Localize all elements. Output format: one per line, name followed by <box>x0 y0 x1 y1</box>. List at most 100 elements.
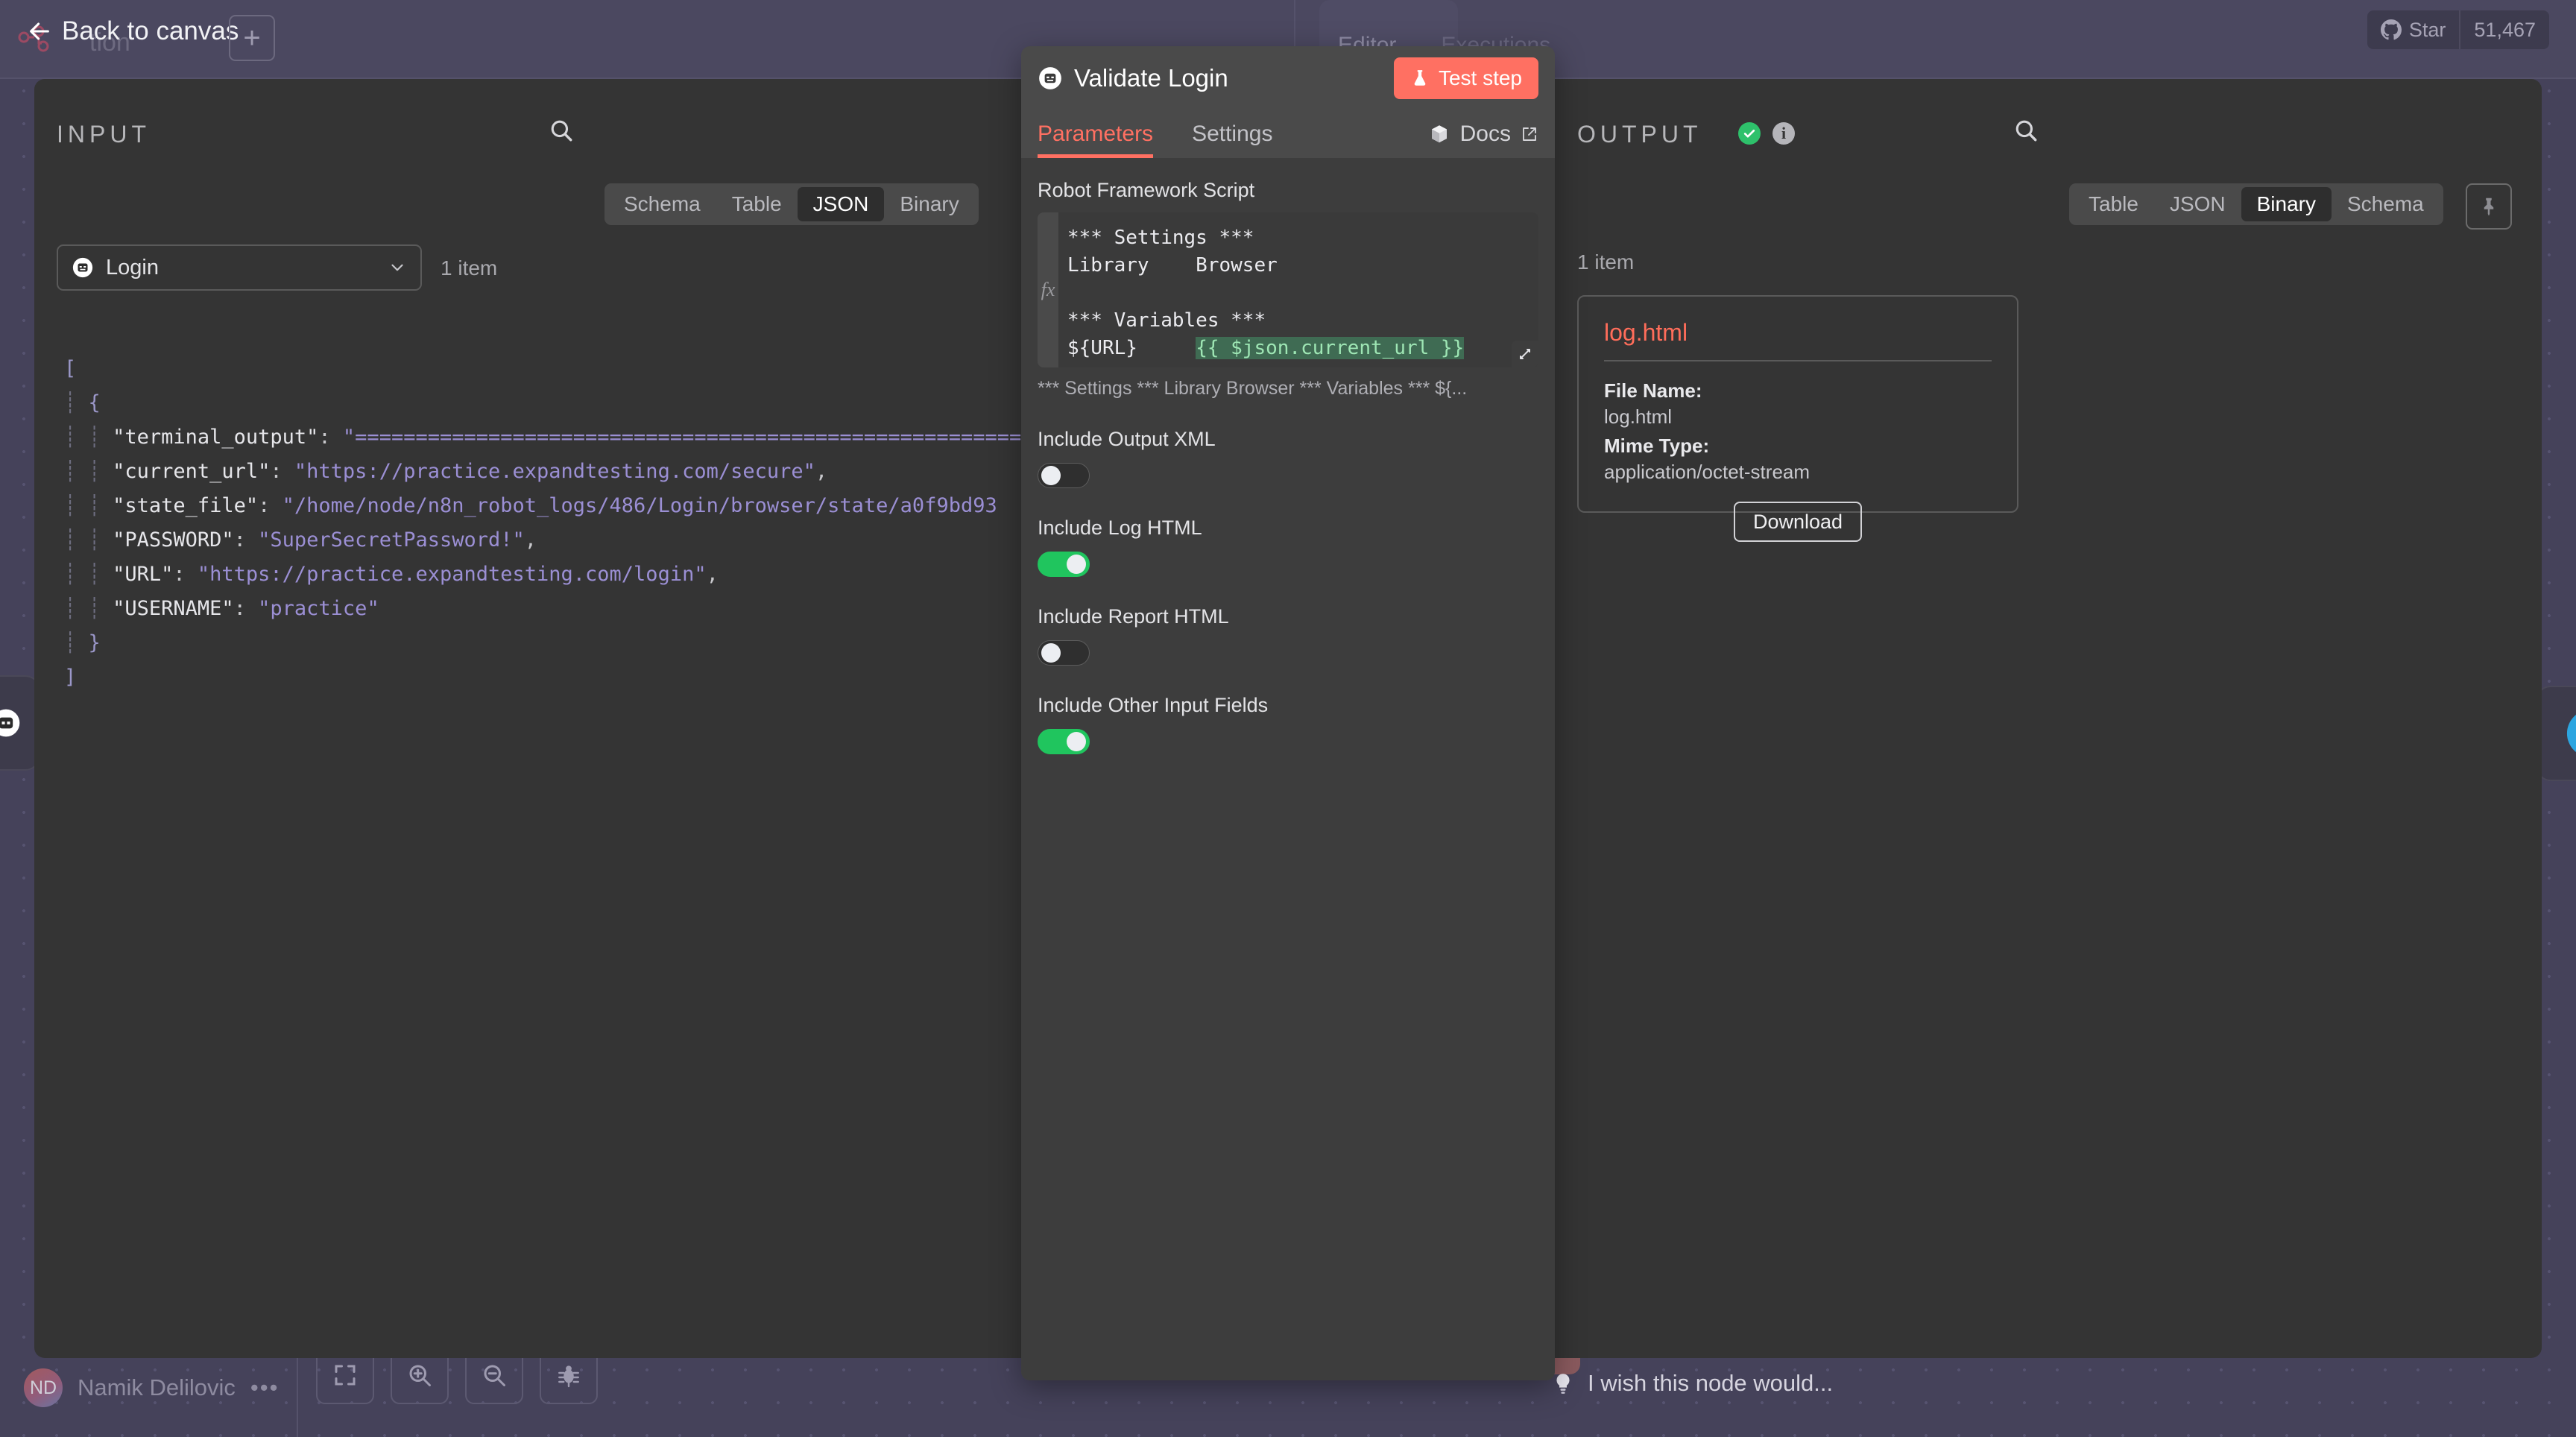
output-panel-title: OUTPUT <box>1577 121 1702 148</box>
robot-icon <box>0 709 20 737</box>
pin-icon <box>2484 198 2494 216</box>
add-node-button[interactable]: + <box>229 15 275 61</box>
binary-file-name-value: log.html <box>1604 405 1673 428</box>
user-name: Namik Delilovic <box>78 1374 236 1400</box>
script-line-4: *** Variables *** <box>1067 309 1266 332</box>
input-node-selector[interactable]: Login <box>57 244 422 291</box>
bottombar-divider <box>297 1352 298 1437</box>
docs-link[interactable]: Docs <box>1428 121 1538 147</box>
external-link-icon <box>1523 127 1536 141</box>
chevron-down-icon <box>391 264 403 271</box>
toggle-knob <box>1067 732 1086 751</box>
telegram-icon <box>2566 714 2576 753</box>
binary-file-name-label: File Name: <box>1604 379 1702 402</box>
param-include-output-xml: Include Output XML <box>1038 428 1538 488</box>
node-dialog-header: Validate Login Test step <box>1021 46 1555 110</box>
output-tab-json[interactable]: JSON <box>2154 187 2241 221</box>
tab-parameters[interactable]: Parameters <box>1038 110 1153 158</box>
script-resolved-preview: *** Settings *** Library Browser *** Var… <box>1038 378 1468 399</box>
zoom-in-icon <box>409 1365 431 1386</box>
input-search-button[interactable] <box>549 118 574 147</box>
toggle-include-output-xml[interactable] <box>1038 463 1090 488</box>
github-icon <box>2380 19 2402 40</box>
script-expression-resolved: {{ $json.current_url }} <box>1196 337 1465 359</box>
docs-label: Docs <box>1459 121 1511 146</box>
binary-file-title: log.html <box>1604 319 1688 346</box>
output-tab-schema[interactable]: Schema <box>2332 187 2440 221</box>
expand-editor-button[interactable] <box>1512 341 1538 367</box>
github-star-button[interactable]: Star <box>2367 10 2460 49</box>
node-dialog-tabs[interactable]: Parameters Settings Docs <box>1021 110 1555 158</box>
user-menu-button[interactable]: ••• <box>250 1374 280 1401</box>
node-dialog-body: Robot Framework Script fx *** Settings *… <box>1021 158 1555 1380</box>
param-include-log-html: Include Log HTML <box>1038 517 1538 577</box>
search-icon <box>551 120 572 142</box>
node-settings-dialog: Validate Login Test step Parameters Sett… <box>1021 46 1555 1380</box>
test-step-button[interactable]: Test step <box>1393 57 1538 99</box>
param-label: Include Output XML <box>1038 428 1216 450</box>
fit-view-icon <box>335 1365 356 1386</box>
input-panel: INPUT Schema Table JSON Binary Login 1 i… <box>34 79 1021 1358</box>
output-panel: OUTPUT i Table JSON Binary Schema 1 item… <box>1555 79 2542 1358</box>
input-tab-table[interactable]: Table <box>716 187 798 221</box>
toggle-include-log-html[interactable] <box>1038 552 1090 577</box>
check-circle-icon <box>1738 122 1761 145</box>
github-star-widget[interactable]: Star 51,467 <box>2367 10 2549 49</box>
input-panel-title: INPUT <box>57 121 151 148</box>
back-to-canvas-label: Back to canvas <box>62 16 239 45</box>
toggle-knob <box>1041 643 1061 663</box>
download-button[interactable]: Download <box>1734 502 1862 542</box>
cube-icon <box>1431 125 1447 143</box>
param-label: Include Log HTML <box>1038 517 1202 539</box>
pin-data-button[interactable] <box>2466 183 2512 230</box>
toggle-include-other-input-fields[interactable] <box>1038 729 1090 754</box>
toggle-knob <box>1067 555 1086 574</box>
script-line-5: ${URL} <box>1067 337 1196 359</box>
canvas-node-right[interactable] <box>2536 686 2576 781</box>
avatar: ND <box>24 1368 63 1407</box>
test-step-label: Test step <box>1438 66 1522 89</box>
output-item-count: 1 item <box>1577 250 1635 274</box>
input-view-tabs[interactable]: Schema Table JSON Binary <box>604 183 979 225</box>
bug-icon <box>558 1365 579 1388</box>
toggle-include-report-html[interactable] <box>1038 640 1090 666</box>
param-label: Include Other Input Fields <box>1038 694 1269 716</box>
zoom-out-icon <box>484 1365 505 1386</box>
param-label: Include Report HTML <box>1038 605 1229 628</box>
robot-icon <box>72 257 93 278</box>
input-item-count: 1 item <box>441 256 498 279</box>
node-dialog-title: Validate Login <box>1074 64 1228 92</box>
binary-mime-label: Mime Type: <box>1604 435 1710 457</box>
input-tab-json[interactable]: JSON <box>797 187 885 221</box>
node-wish-text: I wish this node would... <box>1588 1370 1834 1396</box>
github-star-count: 51,467 <box>2459 10 2549 49</box>
script-line-2: Library Browser <box>1067 254 1278 277</box>
tab-settings[interactable]: Settings <box>1192 110 1272 158</box>
param-include-other-input-fields: Include Other Input Fields <box>1038 694 1538 754</box>
script-field-label: Robot Framework Script <box>1038 179 1255 201</box>
expression-fx-marker[interactable]: fx <box>1038 212 1058 367</box>
input-node-name: Login <box>106 255 159 279</box>
output-tab-table[interactable]: Table <box>2073 187 2154 221</box>
input-json-view[interactable]: [ ┊ { ┊ ┊ "terminal_output": "==========… <box>64 318 1021 1358</box>
expand-icon <box>1520 349 1530 359</box>
script-editor[interactable]: fx *** Settings *** Library Browser *** … <box>1038 212 1538 367</box>
robot-icon <box>1039 67 1061 89</box>
flask-icon <box>1414 70 1426 86</box>
output-search-button[interactable] <box>2013 118 2039 147</box>
script-line-1: *** Settings *** <box>1067 227 1254 249</box>
binary-item-card: log.html File Name: log.html Mime Type: … <box>1577 295 2018 542</box>
output-view-tabs[interactable]: Table JSON Binary Schema <box>2069 183 2443 225</box>
node-wish-input[interactable]: I wish this node would... <box>1550 1370 1833 1397</box>
arrow-left-icon <box>30 22 49 40</box>
input-tab-binary[interactable]: Binary <box>884 187 974 221</box>
back-to-canvas-button[interactable]: Back to canvas <box>27 16 239 46</box>
input-tab-schema[interactable]: Schema <box>608 187 716 221</box>
output-tab-binary[interactable]: Binary <box>2241 187 2332 221</box>
param-include-report-html: Include Report HTML <box>1038 605 1538 666</box>
binary-card-divider <box>1604 360 1992 361</box>
user-chip[interactable]: ND Namik Delilovic ••• <box>24 1368 279 1407</box>
script-code-area[interactable]: *** Settings *** Library Browser *** Var… <box>1058 212 1538 367</box>
binary-mime-value: application/octet-stream <box>1604 461 1811 483</box>
info-icon[interactable]: i <box>1772 122 1795 145</box>
